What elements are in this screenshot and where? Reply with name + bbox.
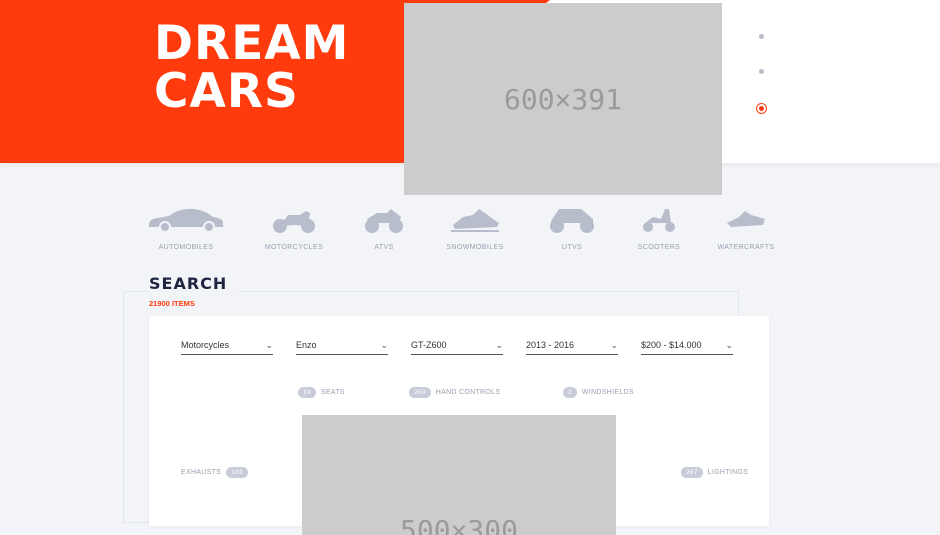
filter-model-value: GT-Z600 bbox=[411, 340, 447, 350]
filter-price-select[interactable]: $200 - $14.000 ⌄ bbox=[641, 340, 733, 355]
watercraft-icon bbox=[727, 211, 765, 227]
search-title: SEARCH bbox=[149, 274, 240, 293]
tag-seats[interactable]: 14 SEATS bbox=[298, 387, 345, 398]
chevron-down-icon: ⌄ bbox=[495, 340, 503, 350]
tag-exhausts[interactable]: EXHAUSTS 103 bbox=[181, 467, 248, 478]
tag-hand-controls[interactable]: 260 HAND CONTROLS bbox=[409, 387, 500, 398]
tag-label: EXHAUSTS bbox=[181, 469, 222, 476]
category-watercrafts[interactable]: WATERCRAFTS bbox=[701, 205, 791, 251]
vehicle-image-label: 500×300 bbox=[399, 514, 518, 535]
category-scooters[interactable]: SCOOTERS bbox=[614, 205, 704, 251]
tag-label: LIGHTINGS bbox=[707, 469, 749, 476]
category-snowmobiles[interactable]: SNOWMOBILES bbox=[430, 205, 520, 251]
tag-count-badge: 260 bbox=[409, 387, 431, 398]
tag-count-badge: 103 bbox=[226, 467, 248, 478]
atv-icon bbox=[365, 209, 403, 233]
hero-title-line1: DREAM bbox=[154, 16, 350, 71]
category-label: MOTORCYCLES bbox=[264, 244, 324, 251]
tag-count-badge: 14 bbox=[298, 387, 316, 398]
chevron-down-icon: ⌄ bbox=[725, 340, 733, 350]
chevron-down-icon: ⌄ bbox=[265, 340, 273, 350]
slider-dot-1[interactable] bbox=[759, 34, 764, 39]
filter-year-value: 2013 - 2016 bbox=[526, 340, 575, 350]
category-label: WATERCRAFTS bbox=[717, 244, 775, 251]
category-label: ATVS bbox=[374, 244, 394, 251]
vehicle-image-placeholder: 500×300 bbox=[302, 415, 616, 535]
filter-make-value: Enzo bbox=[296, 340, 317, 350]
category-label: SCOOTERS bbox=[637, 244, 681, 251]
tag-count-badge: 267 bbox=[681, 467, 703, 478]
filter-model-select[interactable]: GT-Z600 ⌄ bbox=[411, 340, 503, 355]
filter-year-select[interactable]: 2013 - 2016 ⌄ bbox=[526, 340, 618, 355]
snowmobile-icon bbox=[451, 209, 499, 232]
hero-image-placeholder: 600×391 bbox=[404, 3, 722, 195]
tag-label: WINDSHIELDS bbox=[581, 389, 634, 396]
category-list: AUTOMOBILES MOTORCYCLES ATVS SNOWMOBILES… bbox=[140, 205, 780, 265]
search-card: Motorcycles ⌄ Enzo ⌄ GT-Z600 ⌄ 2013 - 20… bbox=[149, 316, 769, 535]
filter-type-select[interactable]: Motorcycles ⌄ bbox=[181, 340, 273, 355]
hero-image-label: 600×391 bbox=[503, 82, 622, 116]
tag-label: HAND CONTROLS bbox=[435, 389, 501, 396]
slider-dot-2[interactable] bbox=[759, 69, 764, 74]
category-label: AUTOMOBILES bbox=[158, 244, 214, 251]
category-utvs[interactable]: UTVS bbox=[527, 205, 617, 251]
category-motorcycles[interactable]: MOTORCYCLES bbox=[249, 205, 339, 251]
category-label: UTVS bbox=[561, 244, 583, 251]
tag-windshields[interactable]: 2 WINDSHIELDS bbox=[563, 387, 634, 398]
motorcycle-icon bbox=[273, 211, 315, 233]
slider-dot-3-active[interactable] bbox=[759, 106, 764, 111]
tag-label: SEATS bbox=[320, 389, 345, 396]
hero-title: DREAM CARS bbox=[154, 20, 349, 116]
category-automobiles[interactable]: AUTOMOBILES bbox=[141, 205, 231, 251]
filter-make-select[interactable]: Enzo ⌄ bbox=[296, 340, 388, 355]
hero-title-line2: CARS bbox=[154, 64, 299, 119]
category-atvs[interactable]: ATVS bbox=[339, 205, 429, 251]
chevron-down-icon: ⌄ bbox=[610, 340, 618, 350]
filter-price-value: $200 - $14.000 bbox=[641, 340, 702, 350]
chevron-down-icon: ⌄ bbox=[380, 340, 388, 350]
filter-type-value: Motorcycles bbox=[181, 340, 230, 350]
scooter-icon bbox=[643, 209, 675, 232]
search-item-count: 21900 ITEMS bbox=[149, 299, 195, 308]
category-label: SNOWMOBILES bbox=[446, 244, 504, 251]
tag-count-badge: 2 bbox=[563, 387, 577, 398]
utv-icon bbox=[550, 209, 594, 233]
tag-lightings[interactable]: 267 LIGHTINGS bbox=[681, 467, 748, 478]
car-icon bbox=[149, 208, 223, 233]
